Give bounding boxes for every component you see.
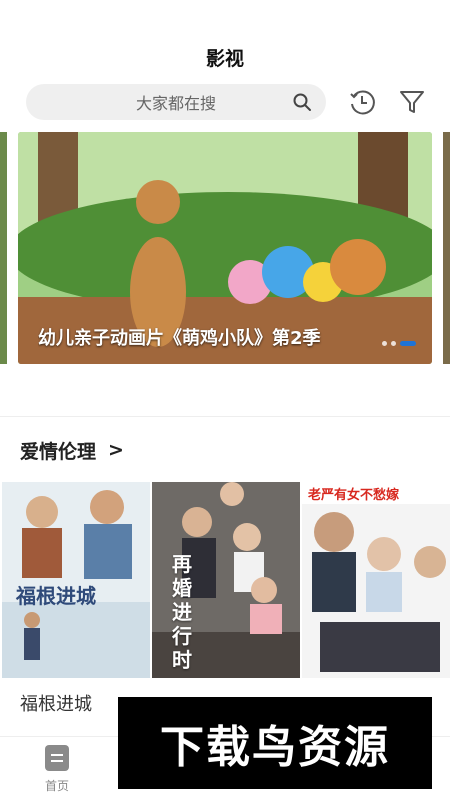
search-bar[interactable]: 大家都在搜 — [26, 84, 326, 120]
poster-card[interactable]: 老严有女不愁嫁 — [302, 482, 450, 678]
watermark-text: 下载鸟资源 — [160, 722, 390, 773]
carousel-prev-peek[interactable] — [0, 132, 7, 364]
poster-art-text: 老严有女不愁嫁 — [308, 488, 400, 503]
poster-card[interactable]: 福根进城 — [2, 482, 150, 678]
search-icon[interactable] — [292, 92, 312, 112]
banner-carousel[interactable]: 幼儿亲子动画片《萌鸡小队》第2季 — [0, 132, 450, 364]
poster-title[interactable]: 福根进城 — [20, 690, 92, 716]
chevron-right-icon[interactable]: > — [108, 439, 124, 461]
history-icon[interactable] — [348, 88, 376, 116]
section-divider — [0, 416, 450, 417]
carousel-dot-active[interactable] — [400, 341, 416, 346]
carousel-dots — [382, 341, 416, 346]
carousel-dot[interactable] — [391, 341, 396, 346]
home-icon — [45, 745, 69, 771]
carousel-dot[interactable] — [382, 341, 387, 346]
page-title: 影视 — [205, 48, 244, 70]
poster-image — [302, 482, 450, 678]
banner-caption: 幼儿亲子动画片《萌鸡小队》第2季 — [38, 328, 321, 349]
filter-icon[interactable] — [398, 88, 426, 116]
header: 影视 — [0, 0, 450, 76]
poster-row: 福根进城 再婚进行时 老严有女不愁嫁 — [0, 482, 450, 678]
carousel-next-peek[interactable] — [443, 132, 450, 364]
section-header[interactable]: 爱情伦理 > — [20, 436, 124, 464]
search-placeholder: 大家都在搜 — [135, 94, 216, 113]
banner-slide[interactable]: 幼儿亲子动画片《萌鸡小队》第2季 — [18, 132, 432, 364]
poster-art-text: 再婚进行时 — [172, 552, 192, 672]
nav-item-home[interactable]: 首页 — [12, 745, 102, 794]
nav-label: 首页 — [44, 779, 69, 793]
poster-card[interactable]: 再婚进行时 — [152, 482, 300, 678]
watermark-overlay: 下载鸟资源 — [118, 697, 432, 789]
poster-art-text: 福根进城 — [16, 584, 96, 608]
section-title: 爱情伦理 — [20, 440, 97, 463]
